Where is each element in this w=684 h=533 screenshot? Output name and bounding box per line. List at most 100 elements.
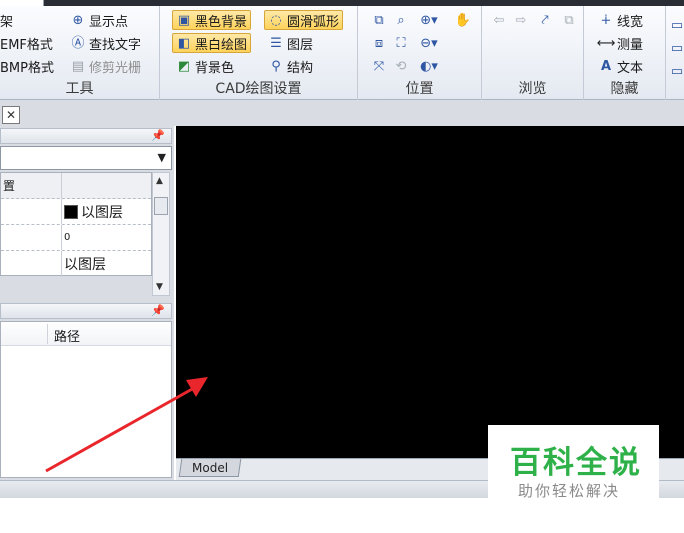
close-panel-button[interactable]: ✕ [2, 106, 20, 124]
extra-tool-icon-2[interactable]: ▭ [668, 39, 684, 57]
zoom-in-icon[interactable]: ⊕▾ [420, 11, 438, 29]
background-color-label: 背景色 [195, 60, 235, 76]
black-white-label: 黑白绘图 [195, 37, 248, 53]
properties-grid: 置 以图层 0 以图层 [0, 172, 152, 277]
bmp-label: BMP格式 [0, 60, 54, 76]
column-separator[interactable] [47, 324, 48, 344]
line-width-icon: ∔ [600, 12, 612, 28]
column-path[interactable]: 路径 [54, 326, 80, 345]
extra-tool-icon-1[interactable]: ▭ [668, 16, 684, 34]
model-tab-label: Model [192, 460, 229, 475]
show-points-button[interactable]: ⊕ 显示点 [66, 10, 132, 30]
panel-toolbar-strip [0, 100, 684, 126]
smooth-arc-label: 圆滑弧形 [287, 14, 340, 30]
group-label-position: 位置 [405, 81, 434, 97]
forward-arrow-icon[interactable]: ⇨ [512, 11, 530, 29]
show-points-icon: ⊕ [72, 12, 84, 28]
text-button[interactable]: A 文本 [594, 56, 647, 76]
properties-panel-header[interactable]: 📌 [0, 128, 172, 144]
file-list-header: 路径 [1, 322, 171, 346]
files-panel-header[interactable]: 📌 [0, 303, 172, 319]
background-color-icon: ◩ [177, 58, 191, 74]
measure-icon: ⟷ [596, 35, 616, 51]
zoom-previous-icon[interactable]: ⟲ [392, 57, 410, 75]
black-background-button[interactable]: ▣ 黑色背景 [172, 10, 252, 30]
property-key [1, 251, 61, 277]
group-label-cad-settings: CAD绘图设置 [215, 81, 302, 97]
zoom-window-icon[interactable]: ⧉ [370, 11, 388, 29]
watermark-title: 百科全说 [510, 445, 642, 481]
structure-icon: ⚲ [271, 58, 281, 74]
back-arrow-icon[interactable]: ⇦ [490, 11, 508, 29]
property-layer-value[interactable]: 0 [61, 225, 151, 250]
structure-button[interactable]: ⚲ 结构 [264, 56, 317, 76]
scroll-up-icon[interactable]: ▲ [156, 176, 163, 186]
pin-icon[interactable]: 📌 [151, 129, 165, 142]
layers-icon: ☰ [270, 35, 282, 51]
move-view-icon[interactable]: ⤧ [370, 57, 388, 75]
scroll-down-icon[interactable]: ▼ [156, 282, 163, 292]
show-points-label: 显示点 [89, 14, 129, 30]
property-color-value: 以图层 [81, 204, 123, 221]
fit-window-icon[interactable]: ⛶ [392, 34, 410, 52]
group-label-tools: 工具 [65, 81, 94, 97]
color-swatch [64, 204, 78, 219]
property-linetype-value[interactable]: 以图层 [61, 251, 151, 277]
ribbon-group-position: ⧉ ⌕ ⊕▾ ✋ ⧈ ⛶ ⊖▾ ⤧ ⟲ ◐▾ 位置 [358, 6, 482, 100]
emf-label: EMF格式 [0, 37, 53, 53]
pin-icon[interactable]: 📌 [151, 304, 165, 317]
property-row-color[interactable]: 以图层 [1, 199, 151, 225]
smooth-arc-icon: ◌ [270, 12, 282, 28]
fit-extents-icon[interactable]: ⧈ [370, 34, 388, 52]
find-text-button[interactable]: Ⓐ 查找文字 [66, 33, 145, 53]
background-color-button[interactable]: ◩ 背景色 [172, 56, 238, 76]
trim-raster-icon: ▤ [71, 58, 85, 74]
open-file-icon[interactable]: ⤤ [536, 11, 554, 29]
frame-button[interactable]: 架 [0, 10, 17, 30]
properties-scrollbar[interactable]: ▲ ▼ [152, 172, 170, 296]
group-label-browse: 浏览 [518, 81, 547, 97]
close-icon: ✕ [5, 108, 17, 122]
black-background-label: 黑色背景 [195, 14, 248, 30]
file-list[interactable]: 路径 [0, 321, 172, 478]
properties-header-key: 置 [3, 179, 16, 193]
zoom-out-icon[interactable]: ⊖▾ [420, 34, 438, 52]
trim-raster-button[interactable]: ▤ 修剪光栅 [66, 56, 145, 76]
find-text-label: 查找文字 [89, 37, 142, 53]
frame-label: 架 [0, 14, 14, 30]
black-white-drawing-button[interactable]: ◧ 黑白绘图 [172, 33, 252, 53]
scroll-thumb[interactable] [154, 197, 168, 215]
group-label-hide: 隐藏 [610, 81, 639, 97]
export-emf-button[interactable]: EMF格式 [0, 33, 57, 53]
zoom-options-icon[interactable]: ◐▾ [420, 57, 438, 75]
property-value[interactable]: 以图层 [61, 199, 151, 224]
ribbon-group-hide: ∔ 线宽 ⟷ 测量 A 文本 隐藏 [584, 6, 666, 100]
property-key [1, 225, 61, 250]
structure-label: 结构 [287, 60, 314, 76]
drawing-canvas[interactable] [176, 126, 684, 458]
find-text-icon: Ⓐ [71, 35, 85, 51]
property-row-linetype[interactable]: 以图层 [1, 251, 151, 277]
file-list-icon[interactable]: ⧉ [560, 11, 578, 29]
model-tab[interactable]: Model [178, 459, 242, 477]
watermark-logo: 百科全说 助你轻松解决 [488, 425, 659, 507]
export-bmp-button[interactable]: BMP格式 [0, 56, 58, 76]
watermark-subtitle: 助你轻松解决 [518, 482, 621, 500]
properties-header-value [61, 173, 151, 198]
layers-button[interactable]: ☰ 图层 [264, 33, 317, 53]
object-selector-combo[interactable]: ▼ [0, 146, 172, 170]
extra-tool-icon-3[interactable]: ▭ [668, 62, 684, 80]
smooth-arc-button[interactable]: ◌ 圆滑弧形 [264, 10, 344, 30]
black-white-icon: ◧ [177, 35, 191, 51]
layers-label: 图层 [287, 37, 314, 53]
ribbon-group-browse: ⇦ ⇨ ⤤ ⧉ 浏览 [482, 6, 584, 100]
chevron-down-icon[interactable]: ▼ [158, 151, 166, 164]
text-icon: A [600, 58, 612, 74]
black-background-icon: ▣ [177, 12, 191, 28]
zoom-rect-icon[interactable]: ⌕ [392, 11, 410, 29]
pan-hand-icon[interactable]: ✋ [454, 11, 472, 29]
measure-button[interactable]: ⟷ 测量 [594, 33, 647, 53]
line-width-label: 线宽 [617, 14, 644, 30]
property-row-layer[interactable]: 0 [1, 225, 151, 251]
line-width-button[interactable]: ∔ 线宽 [594, 10, 647, 30]
